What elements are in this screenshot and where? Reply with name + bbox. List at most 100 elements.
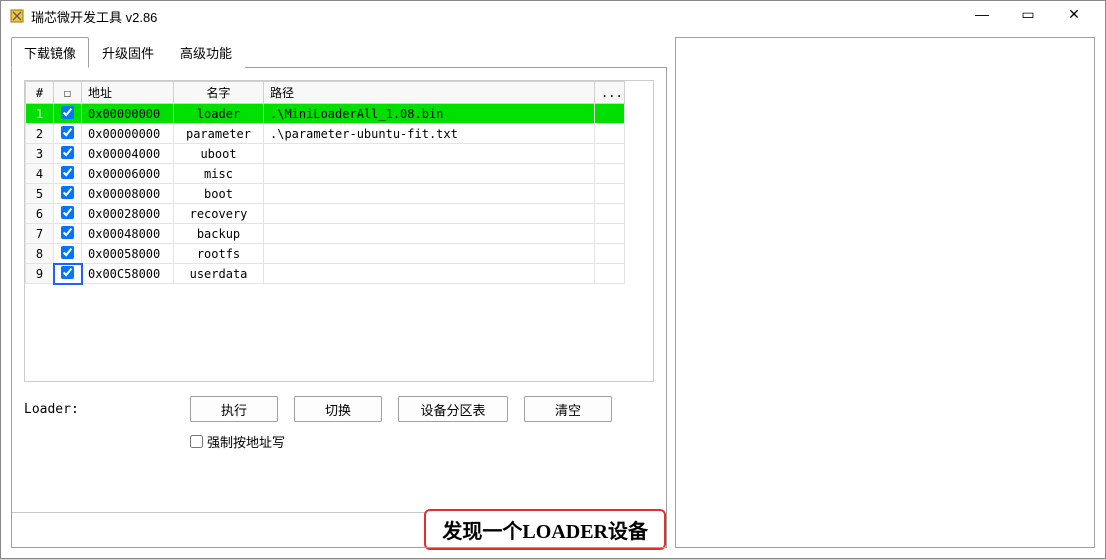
table-row[interactable]: 1 0x00000000loader.\MiniLoaderAll_1.08.bi… <box>26 104 625 124</box>
partition-table-wrap: # ☐ 地址 名字 路径 ... 1 0x00000000loader.\Mini… <box>25 81 625 381</box>
cell-name[interactable]: userdata <box>174 264 264 284</box>
cell-check[interactable] <box>54 144 82 164</box>
cell-path[interactable] <box>264 224 595 244</box>
cell-name[interactable]: loader <box>174 104 264 124</box>
cell-address[interactable]: 0x00000000 <box>82 104 174 124</box>
content-area: 下载镜像 升级固件 高级功能 # ☐ 地址 名字 <box>1 31 1105 558</box>
cell-more[interactable] <box>595 264 625 284</box>
table-row[interactable]: 8 0x00058000rootfs <box>26 244 625 264</box>
cell-name[interactable]: misc <box>174 164 264 184</box>
cell-index[interactable]: 1 <box>26 104 54 124</box>
cell-index[interactable]: 9 <box>26 264 54 284</box>
loader-label: Loader: <box>24 402 174 417</box>
table-scrollpane[interactable]: # ☐ 地址 名字 路径 ... 1 0x00000000loader.\Mini… <box>24 80 654 382</box>
clear-button[interactable]: 清空 <box>524 396 612 422</box>
cell-check[interactable] <box>54 184 82 204</box>
cell-path[interactable] <box>264 184 595 204</box>
table-row[interactable]: 4 0x00006000misc <box>26 164 625 184</box>
cell-path[interactable] <box>264 164 595 184</box>
cell-index[interactable]: 3 <box>26 144 54 164</box>
cell-address[interactable]: 0x00000000 <box>82 124 174 144</box>
col-name[interactable]: 名字 <box>174 82 264 104</box>
cell-name[interactable]: parameter <box>174 124 264 144</box>
cell-check[interactable] <box>54 264 82 284</box>
partition-table[interactable]: # ☐ 地址 名字 路径 ... 1 0x00000000loader.\Mini… <box>25 81 625 284</box>
tab-bar: 下载镜像 升级固件 高级功能 <box>11 37 667 68</box>
force-write-label: 强制按地址写 <box>207 432 285 451</box>
row-checkbox[interactable] <box>61 106 74 119</box>
cell-address[interactable]: 0x00058000 <box>82 244 174 264</box>
cell-check[interactable] <box>54 224 82 244</box>
cell-address[interactable]: 0x00028000 <box>82 204 174 224</box>
cell-path[interactable] <box>264 264 595 284</box>
execute-button[interactable]: 执行 <box>190 396 278 422</box>
close-button[interactable]: ✕ <box>1051 0 1097 29</box>
maximize-button[interactable]: ▭ <box>1005 0 1051 29</box>
col-check[interactable]: ☐ <box>54 82 82 104</box>
row-checkbox[interactable] <box>61 186 74 199</box>
row-checkbox[interactable] <box>61 146 74 159</box>
cell-name[interactable]: rootfs <box>174 244 264 264</box>
col-address[interactable]: 地址 <box>82 82 174 104</box>
col-path[interactable]: 路径 <box>264 82 595 104</box>
cell-path[interactable]: .\MiniLoaderAll_1.08.bin <box>264 104 595 124</box>
row-checkbox[interactable] <box>61 206 74 219</box>
cell-address[interactable]: 0x00008000 <box>82 184 174 204</box>
cell-address[interactable]: 0x00048000 <box>82 224 174 244</box>
minimize-button[interactable]: — <box>959 0 1005 29</box>
table-row[interactable]: 2 0x00000000parameter.\parameter-ubuntu-f… <box>26 124 625 144</box>
cell-check[interactable] <box>54 164 82 184</box>
row-checkbox[interactable] <box>61 266 74 279</box>
left-panel: 下载镜像 升级固件 高级功能 # ☐ 地址 名字 <box>11 37 667 548</box>
titlebar[interactable]: 瑞芯微开发工具 v2.86 — ▭ ✕ <box>1 1 1105 31</box>
cell-address[interactable]: 0x00C58000 <box>82 264 174 284</box>
cell-more[interactable] <box>595 244 625 264</box>
cell-index[interactable]: 5 <box>26 184 54 204</box>
cell-name[interactable]: recovery <box>174 204 264 224</box>
row-checkbox[interactable] <box>61 226 74 239</box>
row-checkbox[interactable] <box>61 246 74 259</box>
cell-address[interactable]: 0x00006000 <box>82 164 174 184</box>
cell-more[interactable] <box>595 124 625 144</box>
row-checkbox[interactable] <box>61 126 74 139</box>
force-write-checkbox[interactable] <box>190 435 203 448</box>
cell-check[interactable] <box>54 244 82 264</box>
cell-index[interactable]: 7 <box>26 224 54 244</box>
cell-more[interactable] <box>595 184 625 204</box>
cell-path[interactable]: .\parameter-ubuntu-fit.txt <box>264 124 595 144</box>
cell-index[interactable]: 8 <box>26 244 54 264</box>
table-row[interactable]: 5 0x00008000boot <box>26 184 625 204</box>
row-checkbox[interactable] <box>61 166 74 179</box>
cell-more[interactable] <box>595 104 625 124</box>
table-row[interactable]: 6 0x00028000recovery <box>26 204 625 224</box>
cell-path[interactable] <box>264 244 595 264</box>
log-panel[interactable] <box>675 37 1095 548</box>
cell-name[interactable]: backup <box>174 224 264 244</box>
table-row[interactable]: 3 0x00004000uboot <box>26 144 625 164</box>
col-more[interactable]: ... <box>595 82 625 104</box>
cell-more[interactable] <box>595 204 625 224</box>
tab-body-download: # ☐ 地址 名字 路径 ... 1 0x00000000loader.\Mini… <box>11 67 667 548</box>
cell-index[interactable]: 6 <box>26 204 54 224</box>
switch-button[interactable]: 切换 <box>294 396 382 422</box>
cell-check[interactable] <box>54 204 82 224</box>
cell-name[interactable]: uboot <box>174 144 264 164</box>
cell-address[interactable]: 0x00004000 <box>82 144 174 164</box>
cell-name[interactable]: boot <box>174 184 264 204</box>
tab-advanced[interactable]: 高级功能 <box>167 37 245 68</box>
cell-check[interactable] <box>54 104 82 124</box>
col-index[interactable]: # <box>26 82 54 104</box>
table-row[interactable]: 7 0x00048000backup <box>26 224 625 244</box>
cell-path[interactable] <box>264 204 595 224</box>
cell-more[interactable] <box>595 144 625 164</box>
cell-path[interactable] <box>264 144 595 164</box>
table-row[interactable]: 9 0x00C58000userdata <box>26 264 625 284</box>
cell-check[interactable] <box>54 124 82 144</box>
partition-button[interactable]: 设备分区表 <box>398 396 508 422</box>
tab-upgrade[interactable]: 升级固件 <box>89 37 167 68</box>
cell-index[interactable]: 2 <box>26 124 54 144</box>
cell-index[interactable]: 4 <box>26 164 54 184</box>
cell-more[interactable] <box>595 224 625 244</box>
cell-more[interactable] <box>595 164 625 184</box>
tab-download[interactable]: 下载镜像 <box>11 37 89 68</box>
